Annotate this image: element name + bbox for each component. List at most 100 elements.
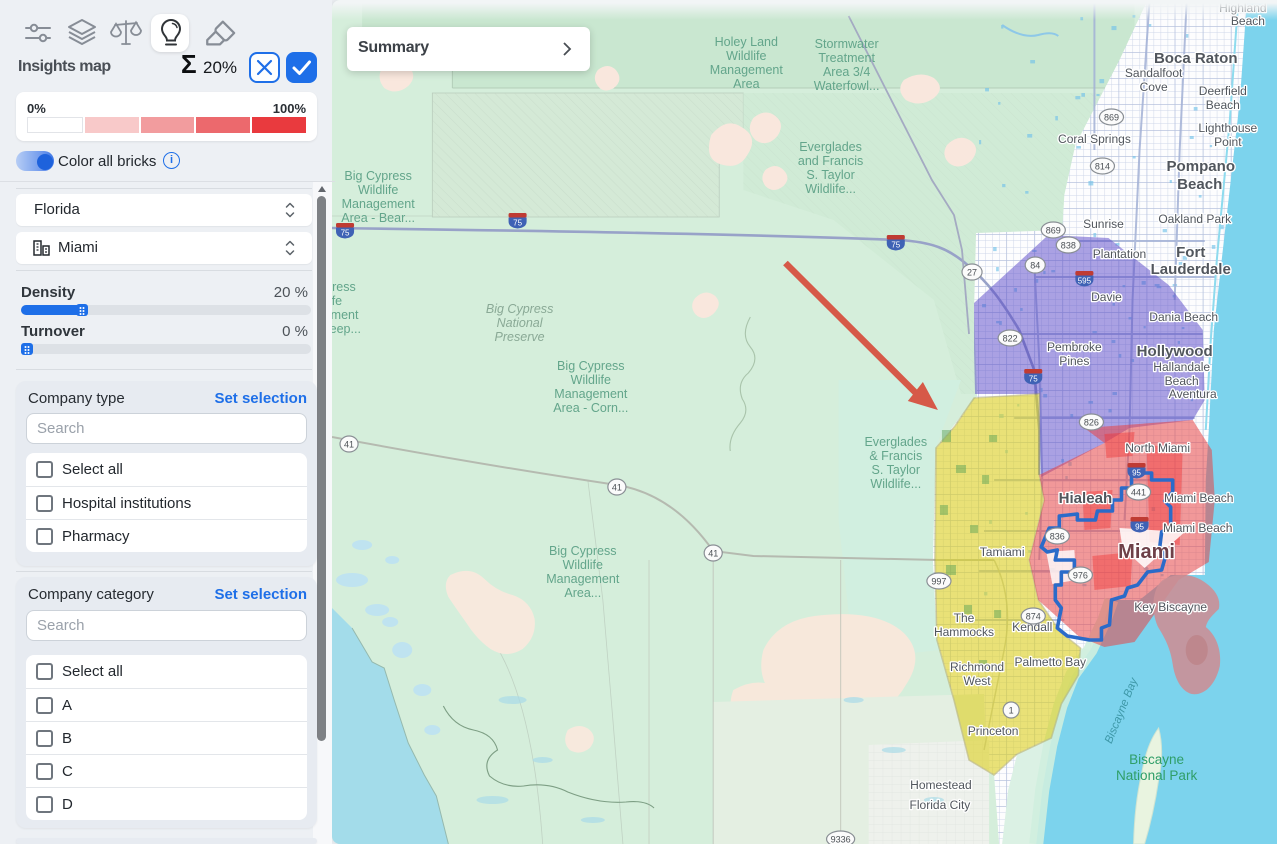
svg-text:Aventura: Aventura	[1169, 387, 1217, 401]
svg-text:Plantation: Plantation	[1093, 247, 1146, 261]
svg-text:Key Biscayne: Key Biscayne	[1134, 600, 1207, 614]
svg-text:Management: Management	[332, 308, 359, 322]
svg-text:27: 27	[967, 268, 977, 278]
svg-text:976: 976	[1073, 571, 1088, 581]
svg-text:Palmetto Bay: Palmetto Bay	[1015, 655, 1086, 669]
svg-text:Beach: Beach	[1206, 98, 1240, 112]
svg-text:822: 822	[1003, 334, 1018, 344]
svg-text:Wildlife...: Wildlife...	[805, 182, 856, 196]
svg-text:95: 95	[1135, 523, 1144, 532]
svg-text:Beach: Beach	[1165, 374, 1199, 388]
svg-text:Princeton: Princeton	[968, 724, 1019, 738]
svg-text:75: 75	[513, 219, 522, 228]
svg-text:& Francis: & Francis	[869, 449, 922, 463]
svg-text:Big Cypress: Big Cypress	[344, 169, 411, 183]
svg-text:Tamiami: Tamiami	[980, 545, 1025, 559]
svg-text:Holey Land: Holey Land	[715, 35, 778, 49]
svg-text:Big Cypress: Big Cypress	[557, 359, 624, 373]
svg-text:National Park: National Park	[1116, 768, 1198, 783]
svg-text:S. Taylor: S. Taylor	[806, 168, 854, 182]
svg-text:75: 75	[341, 229, 350, 238]
svg-text:595: 595	[1078, 277, 1092, 286]
svg-text:Lauderdale: Lauderdale	[1151, 261, 1231, 278]
svg-text:and Francis: and Francis	[798, 154, 863, 168]
svg-text:Pines: Pines	[1059, 354, 1089, 368]
svg-text:Cove: Cove	[1140, 80, 1168, 94]
svg-text:Pompano: Pompano	[1167, 158, 1236, 175]
svg-text:Management: Management	[546, 572, 620, 586]
svg-text:North Miami: North Miami	[1125, 441, 1190, 455]
svg-text:Beach: Beach	[1177, 176, 1222, 193]
svg-text:838: 838	[1061, 241, 1076, 251]
svg-text:9336: 9336	[831, 835, 851, 844]
svg-text:Management: Management	[554, 387, 628, 401]
svg-text:Sunrise: Sunrise	[1083, 217, 1124, 231]
svg-text:Area - Corn...: Area - Corn...	[553, 401, 628, 415]
svg-text:National: National	[497, 316, 544, 330]
svg-text:874: 874	[1026, 612, 1041, 622]
svg-text:997: 997	[931, 577, 946, 587]
svg-text:Area...: Area...	[564, 586, 601, 600]
svg-text:Big Cypress: Big Cypress	[486, 302, 553, 316]
svg-text:Area - Bear...: Area - Bear...	[341, 211, 415, 225]
svg-text:Wildlife: Wildlife	[571, 373, 611, 387]
svg-text:441: 441	[1131, 488, 1146, 498]
svg-text:Lighthouse: Lighthouse	[1198, 121, 1257, 135]
svg-text:Dania Beach: Dania Beach	[1149, 310, 1218, 324]
svg-text:Treatment: Treatment	[818, 51, 875, 65]
svg-text:Boca Raton: Boca Raton	[1154, 50, 1238, 67]
svg-text:Richmond: Richmond	[950, 660, 1004, 674]
svg-text:Coral Springs: Coral Springs	[1058, 132, 1131, 146]
svg-text:Fort: Fort	[1176, 244, 1205, 261]
svg-text:41: 41	[344, 440, 354, 450]
svg-text:Miami Beach: Miami Beach	[1163, 521, 1232, 535]
svg-text:814: 814	[1095, 162, 1110, 172]
svg-text:Hallandale: Hallandale	[1153, 360, 1210, 374]
svg-text:Hialeah: Hialeah	[1059, 490, 1113, 507]
svg-text:Management: Management	[710, 63, 784, 77]
svg-text:Davie: Davie	[1091, 290, 1122, 304]
svg-text:Everglades: Everglades	[799, 140, 862, 154]
svg-text:Area 3/4: Area 3/4	[823, 65, 870, 79]
svg-text:S. Taylor: S. Taylor	[872, 463, 920, 477]
svg-text:41: 41	[612, 483, 622, 493]
svg-text:84: 84	[1030, 261, 1040, 271]
svg-text:Hammocks: Hammocks	[934, 625, 994, 639]
svg-text:Preserve: Preserve	[495, 330, 545, 344]
svg-text:Homestead: Homestead	[910, 778, 971, 792]
svg-text:Waterfowl...: Waterfowl...	[814, 79, 880, 93]
svg-text:Big Cypress: Big Cypress	[332, 280, 356, 294]
svg-text:Miami: Miami	[1118, 541, 1175, 563]
svg-text:Area - Deep...: Area - Deep...	[332, 322, 361, 336]
svg-text:The: The	[954, 611, 975, 625]
svg-text:Big Cypress: Big Cypress	[549, 544, 616, 558]
svg-text:869: 869	[1046, 226, 1061, 236]
svg-text:Florida City: Florida City	[910, 798, 971, 812]
svg-text:Wildlife: Wildlife	[726, 49, 766, 63]
svg-text:Sandalfoot: Sandalfoot	[1125, 66, 1183, 80]
svg-text:826: 826	[1084, 418, 1099, 428]
svg-text:Everglades: Everglades	[864, 435, 927, 449]
svg-text:75: 75	[1029, 375, 1038, 384]
svg-text:869: 869	[1104, 113, 1119, 123]
svg-text:95: 95	[1132, 469, 1141, 478]
svg-text:Management: Management	[342, 197, 416, 211]
svg-text:Wildlife: Wildlife	[332, 294, 342, 308]
svg-text:Oakland Park: Oakland Park	[1158, 212, 1232, 226]
svg-text:Miami Beach: Miami Beach	[1164, 491, 1233, 505]
svg-text:West: West	[963, 674, 991, 688]
svg-text:Pembroke: Pembroke	[1047, 340, 1102, 354]
svg-text:1: 1	[1009, 706, 1014, 716]
svg-text:Deerfield: Deerfield	[1199, 84, 1247, 98]
svg-text:Biscayne: Biscayne	[1129, 752, 1184, 767]
svg-text:Wildlife: Wildlife	[358, 183, 398, 197]
svg-text:Point: Point	[1214, 135, 1242, 149]
svg-text:836: 836	[1050, 532, 1065, 542]
svg-text:Stormwater: Stormwater	[815, 37, 879, 51]
svg-text:Hollywood: Hollywood	[1137, 343, 1213, 360]
svg-text:Wildlife: Wildlife	[563, 558, 603, 572]
svg-text:75: 75	[891, 241, 900, 250]
svg-text:Wildlife...: Wildlife...	[870, 477, 921, 491]
svg-text:41: 41	[708, 549, 718, 559]
svg-text:Area: Area	[733, 77, 759, 91]
